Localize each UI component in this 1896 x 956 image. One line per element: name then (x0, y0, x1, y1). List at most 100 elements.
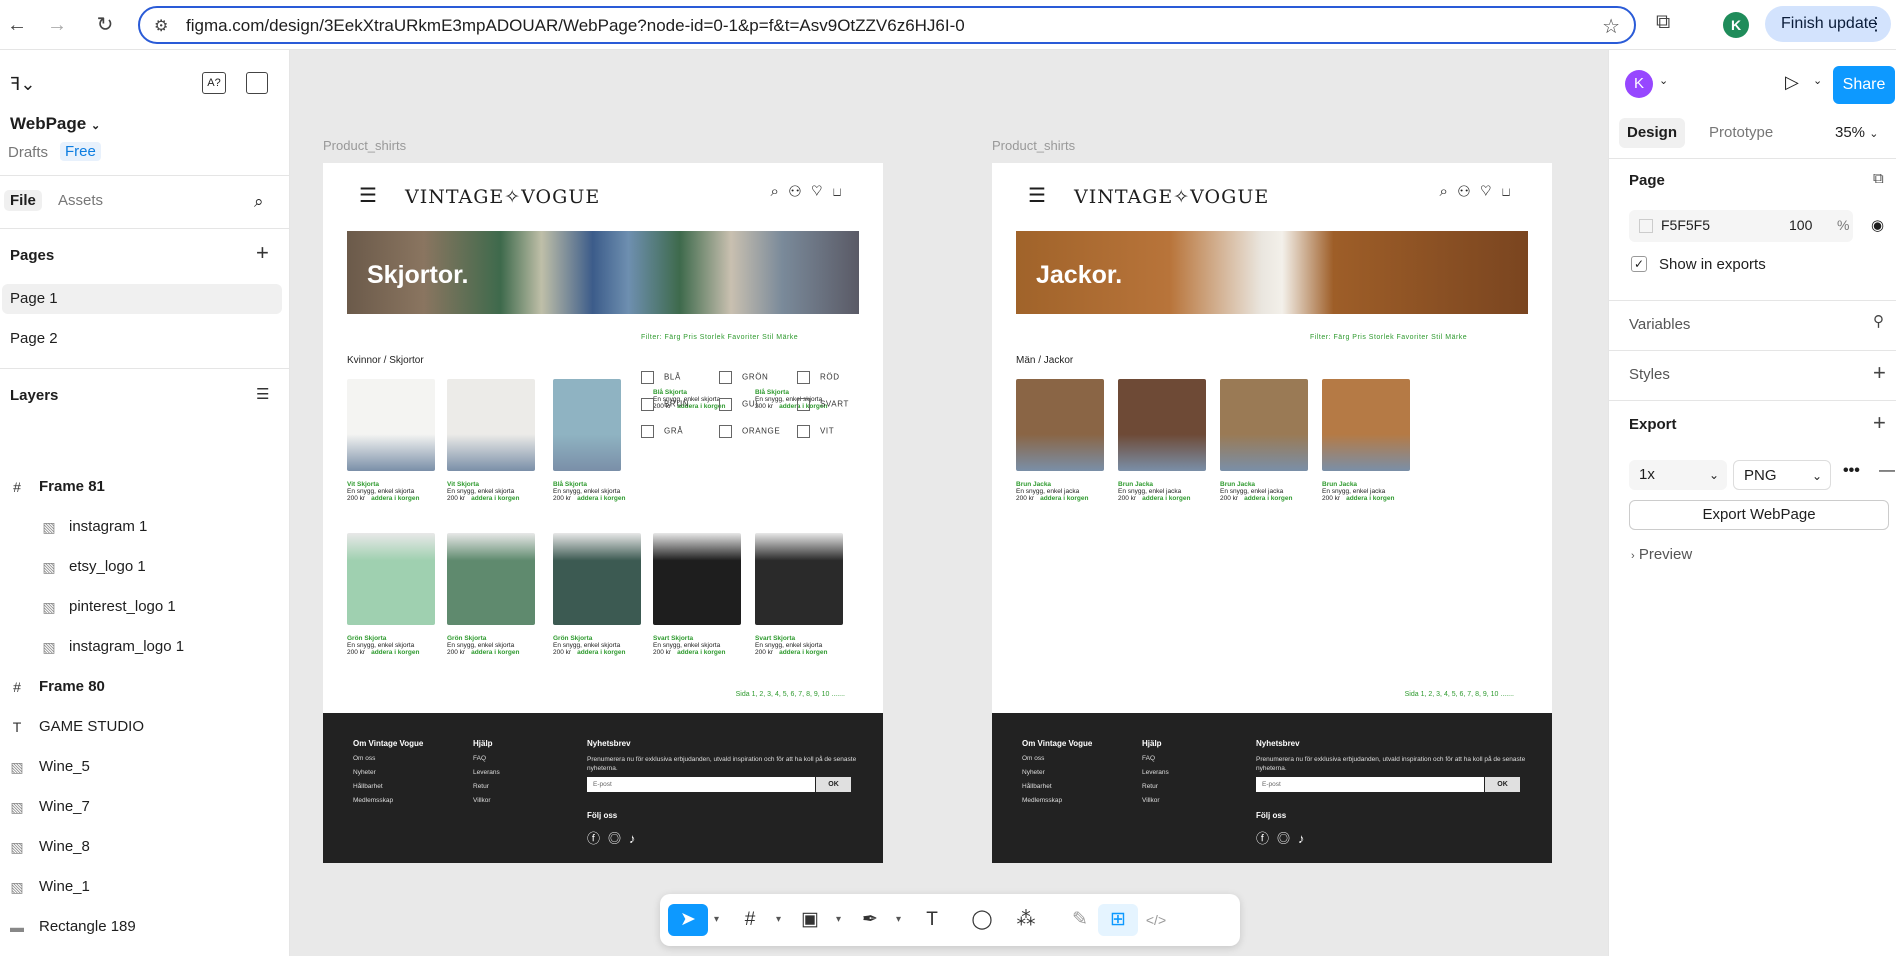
add-style-icon[interactable]: + (1873, 360, 1886, 386)
profile-avatar[interactable]: K (1723, 12, 1749, 38)
extensions-icon[interactable]: ⧉ (1656, 11, 1670, 34)
email-input[interactable]: E-post (587, 777, 815, 792)
tab-assets[interactable]: Assets (58, 192, 103, 209)
checkbox[interactable] (641, 425, 654, 438)
tab-prototype[interactable]: Prototype (1701, 118, 1781, 148)
layer-item[interactable]: ▬ Rectangle 189 (0, 912, 289, 942)
search-icon[interactable]: ⌕ (1440, 183, 1458, 200)
cart-icon[interactable]: ⊔ (1502, 183, 1520, 200)
add-to-cart-link[interactable]: addera i korgen (1346, 495, 1394, 502)
project-title[interactable]: WebPage ⌄ (10, 114, 100, 134)
design-mode-icon[interactable]: ⊞ (1098, 904, 1138, 936)
product-card[interactable]: Brun Jacka En snygg, enkel jacka 200 kr add… (1220, 379, 1310, 502)
dev-mode-icon[interactable]: </> (1136, 904, 1176, 936)
finish-update-button[interactable]: Finish update ⋮ (1765, 6, 1891, 42)
add-page-icon[interactable]: + (256, 240, 269, 266)
product-card[interactable]: Grön Skjorta En snygg, enkel skjorta 200 k… (447, 533, 537, 656)
tab-design[interactable]: Design (1619, 118, 1686, 148)
color-filter-option[interactable]: GRÅ (641, 425, 683, 438)
product-card[interactable]: Brun Jacka En snygg, enkel jacka 200 kr add… (1016, 379, 1106, 502)
heart-icon[interactable]: ♡ (1480, 183, 1502, 200)
add-to-cart-link[interactable]: addera i korgen (677, 649, 725, 656)
drafts-label[interactable]: Drafts (8, 144, 48, 161)
brand-logo[interactable]: VINTAGE✧VOGUE (1074, 186, 1269, 208)
layer-item[interactable]: ▧ pinterest_logo 1 (0, 592, 289, 622)
footer-link[interactable]: Villkor (473, 797, 491, 804)
add-to-cart-link[interactable]: addera i korgen (471, 495, 519, 502)
move-tool-icon[interactable]: ➤ (668, 904, 708, 936)
add-to-cart-link[interactable]: addera i korgen (577, 495, 625, 502)
color-filter-option[interactable]: ORANGE (719, 425, 780, 438)
footer-link[interactable]: Om oss (353, 755, 375, 762)
layer-item[interactable]: ▧ instagram_logo 1 (0, 632, 289, 662)
search-icon[interactable]: ⌕ (254, 192, 264, 212)
color-filter-option[interactable]: VIT (797, 425, 834, 438)
footer-link[interactable]: Medlemsskap (1022, 797, 1062, 804)
layer-item[interactable]: # Frame 80 (0, 672, 289, 702)
checkbox[interactable] (719, 425, 732, 438)
hamburger-menu-icon[interactable]: ☰ (359, 183, 377, 208)
product-card[interactable]: Vit Skjorta En snygg, enkel skjorta 200 kr… (447, 379, 537, 502)
export-button[interactable]: Export WebPage (1629, 500, 1889, 530)
filter-bar[interactable]: Filter: Färg Pris Storlek Favoriter Stil… (641, 334, 798, 341)
tiktok-icon[interactable]: ♪ (1298, 831, 1313, 846)
page-fill-field[interactable]: F5F5F5 100 % (1629, 210, 1853, 242)
figma-menu-icon[interactable]: ꟻ⌄ (10, 74, 35, 95)
site-info-icon[interactable]: ⚙ (154, 16, 168, 36)
artboard-frame[interactable]: ☰ VINTAGE✧VOGUE ⌕⚇♡⊔ Jackor. Filter: Färg Pr… (992, 163, 1552, 863)
layer-item[interactable]: ▧ Wine_8 (0, 832, 289, 862)
layer-item[interactable]: ▧ etsy_logo 1 (0, 552, 289, 582)
bookmark-star-icon[interactable]: ☆ (1602, 14, 1620, 39)
preview-toggle[interactable]: › Preview (1631, 546, 1692, 563)
newsletter-ok-button[interactable]: OK (816, 777, 851, 792)
brand-logo[interactable]: VINTAGE✧VOGUE (405, 186, 600, 208)
layer-item[interactable]: # Frame 81 (0, 472, 289, 502)
product-card[interactable]: Blå Skjorta En snygg, enkel skjorta 200 kr… (553, 379, 643, 502)
collapse-layers-icon[interactable]: ☰ (256, 385, 269, 403)
checkbox[interactable] (797, 398, 810, 411)
product-card[interactable]: Svart Skjorta En snygg, enkel skjorta 200 … (755, 533, 845, 656)
color-filter-option[interactable]: BRUN (641, 398, 689, 411)
chevron-down-icon[interactable]: ▾ (776, 906, 781, 934)
image-tool-icon[interactable]: ▣ (790, 904, 830, 936)
product-card[interactable]: Vit Skjorta En snygg, enkel skjorta 200 kr… (347, 379, 437, 502)
layer-item[interactable]: ▧ Wine_7 (0, 792, 289, 822)
comment-tool-icon[interactable]: ◯ (962, 904, 1002, 936)
export-scale-select[interactable]: 1x ⌄ (1629, 460, 1727, 490)
add-to-cart-link[interactable]: addera i korgen (1142, 495, 1190, 502)
instagram-icon[interactable]: ◎ (608, 831, 629, 846)
product-card[interactable]: Brun Jacka En snygg, enkel jacka 200 kr add… (1118, 379, 1208, 502)
url-text[interactable]: figma.com/design/3EekXtraURkmE3mpADOUAR/… (186, 16, 965, 36)
variables-icon[interactable]: ⚲ (1873, 312, 1884, 330)
product-card[interactable]: Brun Jacka En snygg, enkel jacka 200 kr add… (1322, 379, 1412, 502)
email-input[interactable]: E-post (1256, 777, 1484, 792)
layer-item[interactable]: T GO TO SHOP (0, 952, 289, 956)
footer-link[interactable]: Om oss (1022, 755, 1044, 762)
page-item-1[interactable]: Page 1 (2, 284, 282, 314)
product-card[interactable]: Grön Skjorta En snygg, enkel skjorta 200 k… (553, 533, 643, 656)
layer-item[interactable]: ▧ instagram 1 (0, 512, 289, 542)
product-card[interactable]: Grön Skjorta En snygg, enkel skjorta 200 k… (347, 533, 437, 656)
present-play-icon[interactable]: ▷ (1785, 72, 1799, 93)
footer-link[interactable]: Medlemsskap (353, 797, 393, 804)
color-filter-option[interactable]: RÖD (797, 371, 840, 384)
back-icon[interactable]: ← (4, 12, 30, 38)
user-icon[interactable]: ⚇ (789, 183, 811, 200)
chevron-down-icon[interactable]: ⌄ (1659, 74, 1668, 87)
footer-link[interactable]: Retur (473, 783, 489, 790)
checkbox[interactable] (641, 398, 654, 411)
add-to-cart-link[interactable]: addera i korgen (1244, 495, 1292, 502)
add-export-icon[interactable]: + (1873, 410, 1886, 436)
frame-label[interactable]: Product_shirts (992, 138, 1075, 153)
search-icon[interactable]: ⌕ (771, 183, 789, 200)
footer-link[interactable]: Hållbarhet (1022, 783, 1052, 790)
footer-link[interactable]: Retur (1142, 783, 1158, 790)
address-bar[interactable]: ⚙ figma.com/design/3EekXtraURkmE3mpADOUA… (138, 6, 1636, 44)
filter-bar[interactable]: Filter: Färg Pris Storlek Favoriter Stil… (1310, 334, 1467, 341)
chevron-down-icon[interactable]: ⌄ (1813, 74, 1822, 87)
instagram-icon[interactable]: ◎ (1277, 831, 1298, 846)
product-card[interactable]: Svart Skjorta En snygg, enkel skjorta 200 … (653, 533, 743, 656)
page-settings-icon[interactable]: ⧉ (1873, 170, 1884, 187)
tab-file[interactable]: File (4, 190, 42, 211)
footer-link[interactable]: Leverans (1142, 769, 1169, 776)
